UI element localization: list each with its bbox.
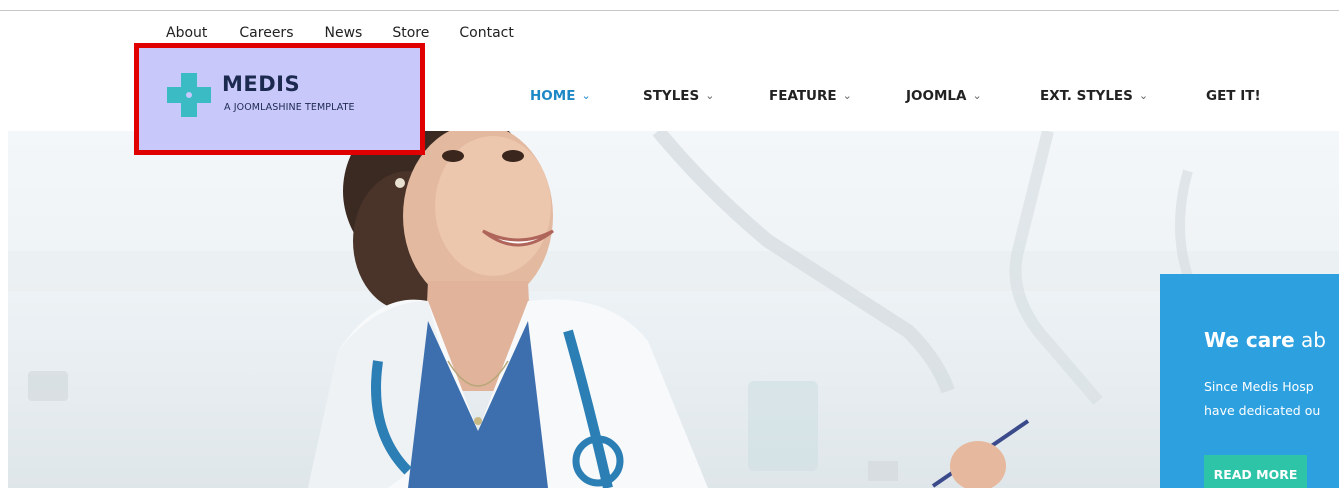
callout-title: We care ab bbox=[1204, 328, 1326, 352]
top-link-about[interactable]: About bbox=[166, 25, 207, 41]
nav-item-label: JOOMLA bbox=[906, 88, 967, 104]
top-link-news[interactable]: News bbox=[325, 25, 363, 41]
chevron-down-icon: ⌄ bbox=[705, 89, 715, 102]
callout-line-1: Since Medis Hosp bbox=[1204, 379, 1314, 394]
nav-item-label: EXT. STYLES bbox=[1040, 88, 1133, 104]
chevron-down-icon: ⌄ bbox=[972, 89, 982, 102]
nav-item-label: GET IT! bbox=[1206, 88, 1261, 104]
nav-item-styles[interactable]: STYLES ⌄ bbox=[643, 88, 714, 104]
nav-item-ext-styles[interactable]: EXT. STYLES ⌄ bbox=[1040, 88, 1148, 104]
callout-line-2: have dedicated ou bbox=[1204, 403, 1321, 418]
logo-link[interactable]: MEDIS A JOOMLASHINE TEMPLATE bbox=[134, 43, 425, 155]
read-more-button[interactable]: READ MORE bbox=[1204, 455, 1307, 488]
callout-title-rest: ab bbox=[1301, 328, 1326, 352]
chevron-down-icon: ⌄ bbox=[1138, 89, 1149, 102]
hero-banner bbox=[8, 131, 1339, 488]
top-link-store[interactable]: Store bbox=[392, 25, 429, 41]
medical-cross-icon bbox=[167, 73, 211, 117]
logo-tagline: A JOOMLASHINE TEMPLATE bbox=[224, 102, 355, 113]
nav-item-label: STYLES bbox=[643, 88, 700, 104]
nav-item-joomla[interactable]: JOOMLA ⌄ bbox=[906, 88, 982, 104]
nav-item-label: FEATURE bbox=[769, 88, 837, 104]
nav-item-label: HOME bbox=[530, 88, 576, 104]
top-utility-nav: About Careers News Store Contact bbox=[166, 25, 545, 41]
top-link-contact[interactable]: Contact bbox=[459, 25, 513, 41]
nav-item-feature[interactable]: FEATURE ⌄ bbox=[769, 88, 852, 104]
chevron-down-icon: ⌄ bbox=[581, 89, 591, 102]
top-divider bbox=[0, 10, 1339, 11]
nav-item-get-it[interactable]: GET IT! bbox=[1206, 88, 1261, 104]
hero-callout: We care ab Since Medis Hosp have dedicat… bbox=[1160, 274, 1339, 488]
nav-item-home[interactable]: HOME ⌄ bbox=[530, 88, 591, 104]
callout-title-bold: We care bbox=[1204, 328, 1295, 352]
doctor-with-stethoscope-photo bbox=[8, 131, 1339, 488]
top-link-careers[interactable]: Careers bbox=[239, 25, 293, 41]
logo-name: MEDIS bbox=[222, 72, 301, 96]
chevron-down-icon: ⌄ bbox=[842, 89, 852, 102]
callout-text: Since Medis Hosp have dedicated ou bbox=[1204, 375, 1339, 423]
